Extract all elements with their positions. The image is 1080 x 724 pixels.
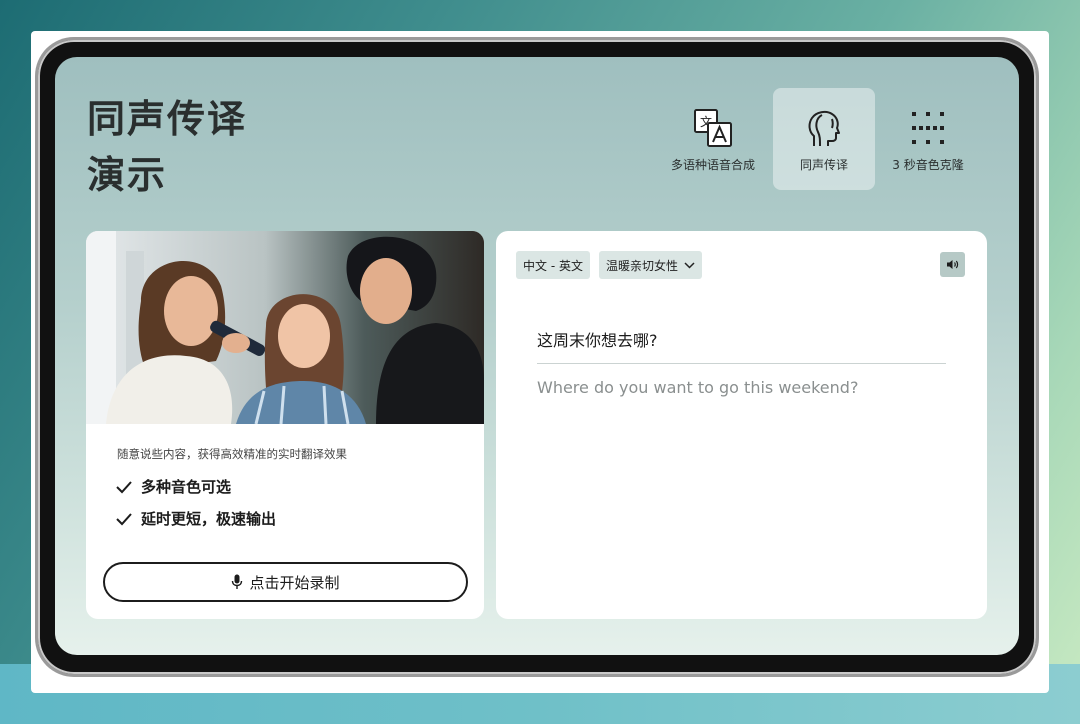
- app-screen: 同声传译 演示 文 多语种语音合成 同声传译 3 秒音色克隆 随意说些内容，获得…: [55, 57, 1019, 655]
- divider: [537, 363, 946, 364]
- voice-select-label: 温暖亲切女性: [606, 258, 679, 273]
- speaking-head-icon: [808, 110, 840, 146]
- feature-item: 多种音色可选: [115, 476, 231, 497]
- check-icon: [116, 512, 132, 525]
- page-title-line1: 同声传译: [87, 97, 248, 141]
- source-text: 这周末你想去哪?: [537, 331, 658, 350]
- check-icon: [116, 480, 132, 493]
- feature-label: 多种音色可选: [141, 478, 232, 496]
- people-illustration: [86, 231, 484, 424]
- speaker-icon: [947, 260, 959, 269]
- translation-panel: 中文 - 英文 温暖亲切女性 这周末你想去哪? Where do you wan…: [496, 231, 987, 619]
- chevron-down-icon: [684, 261, 695, 269]
- language-pair-chip[interactable]: 中文 - 英文: [516, 251, 590, 279]
- tab-simultaneous-interpretation[interactable]: 同声传译: [773, 88, 875, 190]
- language-pair-label: 中文 - 英文: [523, 258, 583, 273]
- demo-info-card: 随意说些内容，获得高效精准的实时翻译效果 多种音色可选 延时更短，极速输出 点击…: [86, 231, 484, 619]
- translated-text: Where do you want to go this weekend?: [537, 378, 859, 397]
- tab-voice-clone[interactable]: 3 秒音色克隆: [877, 88, 979, 190]
- translate-icon: 文: [694, 108, 732, 147]
- start-recording-button[interactable]: 点击开始录制: [103, 562, 468, 602]
- feature-label: 延时更短，极速输出: [141, 510, 277, 528]
- feature-tabs: 文 多语种语音合成 同声传译 3 秒音色克隆: [655, 88, 979, 190]
- speaker-button[interactable]: [940, 252, 965, 277]
- tab-label: 3 秒音色克隆: [892, 157, 964, 172]
- page-title-line2: 演示: [87, 153, 168, 197]
- record-button-label: 点击开始录制: [249, 573, 340, 592]
- feature-item: 延时更短，极速输出: [115, 508, 276, 529]
- tab-multilingual-tts[interactable]: 文 多语种语音合成: [655, 88, 771, 190]
- tab-label: 多语种语音合成: [670, 157, 755, 172]
- voice-select[interactable]: 温暖亲切女性: [599, 251, 703, 279]
- page-title: 同声传译 演示: [87, 91, 247, 203]
- tab-label: 同声传译: [799, 157, 848, 172]
- demo-description: 随意说些内容，获得高效精准的实时翻译效果: [117, 447, 347, 461]
- dot-grid-icon: [912, 111, 944, 144]
- microphone-icon: [232, 574, 243, 589]
- demo-photo: [86, 231, 484, 424]
